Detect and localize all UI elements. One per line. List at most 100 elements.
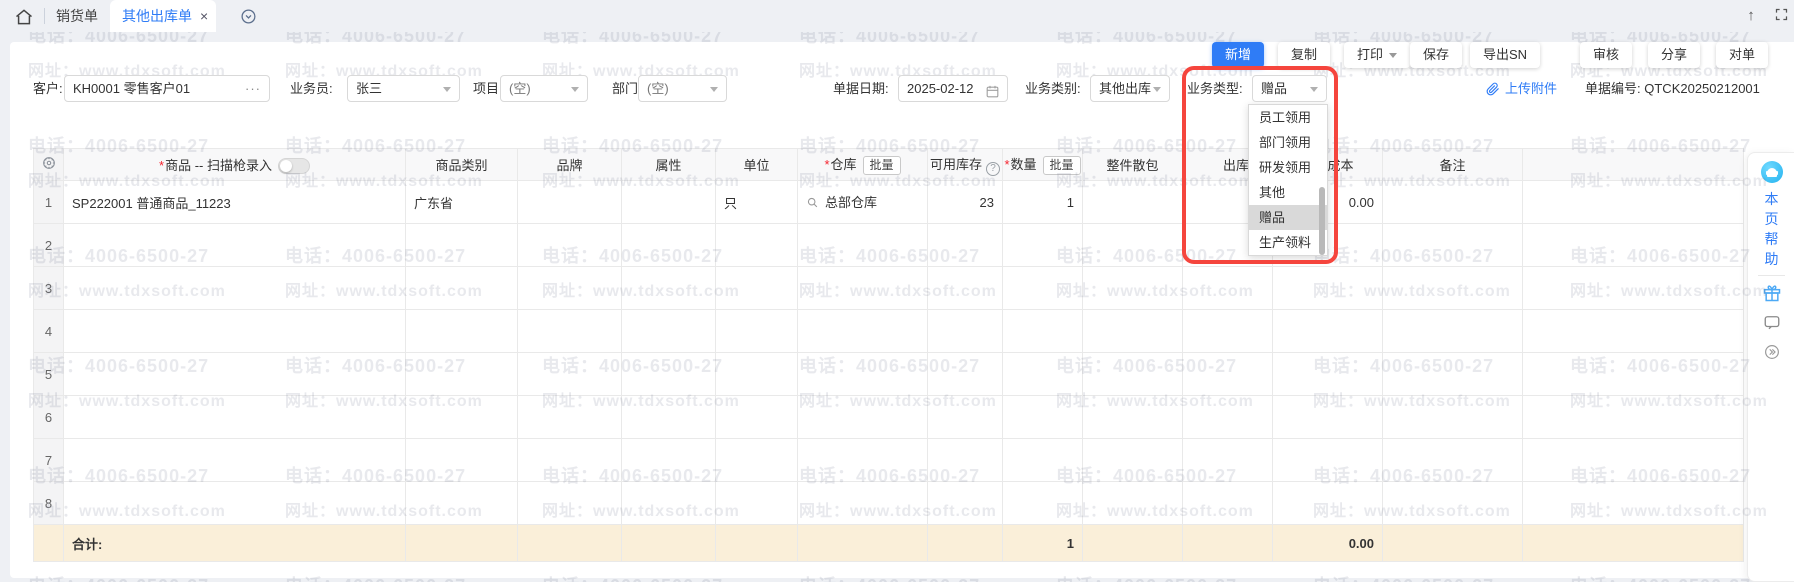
copy-button[interactable]: 复制	[1278, 42, 1330, 68]
empty-cell[interactable]	[1273, 353, 1383, 396]
dropdown-option[interactable]: 研发领用	[1249, 155, 1327, 180]
empty-cell[interactable]	[1383, 310, 1523, 353]
empty-cell[interactable]	[1003, 353, 1083, 396]
empty-cell[interactable]	[1523, 353, 1744, 396]
col-available-stock[interactable]: 可用库存?	[928, 149, 1003, 181]
empty-cell[interactable]	[406, 353, 518, 396]
empty-cell[interactable]	[406, 224, 518, 267]
empty-cell[interactable]	[1273, 310, 1383, 353]
project-select[interactable]: (空)	[500, 75, 588, 102]
empty-cell[interactable]	[1523, 310, 1744, 353]
dropdown-option[interactable]: 生产领料	[1249, 230, 1327, 255]
empty-cell[interactable]	[1003, 310, 1083, 353]
fullscreen-icon[interactable]	[1772, 7, 1790, 25]
collapse-panel-icon[interactable]	[1748, 343, 1794, 364]
empty-cell[interactable]	[798, 224, 928, 267]
empty-cell[interactable]	[64, 439, 406, 482]
empty-cell[interactable]	[64, 353, 406, 396]
upload-attachment-link[interactable]: 上传附件	[1486, 75, 1557, 102]
empty-cell[interactable]	[1003, 396, 1083, 439]
empty-cell[interactable]	[1083, 310, 1183, 353]
tab-sales-order[interactable]: 销货单	[56, 0, 98, 32]
empty-cell[interactable]	[64, 310, 406, 353]
empty-cell[interactable]	[622, 353, 716, 396]
empty-cell[interactable]	[1003, 482, 1083, 525]
calendar-icon[interactable]	[985, 82, 1000, 97]
new-button[interactable]: 新增	[1212, 42, 1264, 68]
empty-cell[interactable]	[1183, 310, 1273, 353]
empty-cell[interactable]	[1523, 267, 1744, 310]
empty-cell[interactable]	[1523, 396, 1744, 439]
empty-cell[interactable]	[1083, 224, 1183, 267]
empty-cell[interactable]	[716, 267, 798, 310]
col-unit[interactable]: 单位	[716, 149, 798, 181]
empty-cell[interactable]	[1003, 267, 1083, 310]
empty-cell[interactable]	[1383, 439, 1523, 482]
empty-cell[interactable]	[928, 353, 1003, 396]
scan-gun-toggle[interactable]	[278, 158, 310, 174]
empty-cell[interactable]	[64, 224, 406, 267]
share-button[interactable]: 分享	[1648, 42, 1700, 68]
search-icon[interactable]	[806, 197, 819, 212]
biz-type-select[interactable]: 赠品	[1252, 75, 1327, 102]
check-bill-button[interactable]: 对单	[1716, 42, 1768, 68]
empty-cell[interactable]	[1183, 439, 1273, 482]
empty-cell[interactable]	[1083, 439, 1183, 482]
empty-cell[interactable]	[928, 310, 1003, 353]
chat-icon[interactable]	[1748, 313, 1794, 334]
empty-cell[interactable]	[716, 224, 798, 267]
empty-cell[interactable]	[928, 482, 1003, 525]
empty-cell[interactable]	[716, 310, 798, 353]
cell-product[interactable]: SP222001 普通商品_11223	[64, 181, 406, 224]
empty-cell[interactable]	[1383, 396, 1523, 439]
warehouse-batch-button[interactable]: 批量	[863, 156, 901, 175]
empty-cell[interactable]	[1383, 353, 1523, 396]
empty-cell[interactable]	[622, 310, 716, 353]
col-warehouse[interactable]: *仓库批量	[798, 149, 928, 181]
col-category[interactable]: 商品类别	[406, 149, 518, 181]
empty-cell[interactable]	[518, 267, 622, 310]
empty-cell[interactable]	[798, 310, 928, 353]
department-select[interactable]: (空)	[638, 75, 727, 102]
empty-cell[interactable]	[798, 267, 928, 310]
empty-cell[interactable]	[622, 224, 716, 267]
empty-cell[interactable]	[798, 439, 928, 482]
empty-cell[interactable]	[716, 396, 798, 439]
empty-cell[interactable]	[406, 439, 518, 482]
dropdown-option-selected[interactable]: 赠品	[1249, 205, 1327, 230]
empty-cell[interactable]	[518, 439, 622, 482]
col-remark[interactable]: 备注	[1383, 149, 1523, 181]
empty-cell[interactable]	[518, 353, 622, 396]
empty-cell[interactable]	[798, 353, 928, 396]
col-package[interactable]: 整件散包	[1083, 149, 1183, 181]
cell-unit[interactable]: 只	[716, 181, 798, 224]
empty-cell[interactable]	[1523, 439, 1744, 482]
empty-cell[interactable]	[716, 353, 798, 396]
cell-remark[interactable]	[1383, 181, 1523, 224]
export-sn-button[interactable]: 导出SN	[1470, 42, 1540, 68]
tab-other-outbound[interactable]: 其他出库单×	[110, 0, 216, 32]
empty-cell[interactable]	[518, 482, 622, 525]
salesperson-select[interactable]: 张三	[347, 75, 460, 102]
doc-date-input[interactable]: 2025-02-12	[898, 75, 1008, 102]
empty-cell[interactable]	[1273, 439, 1383, 482]
empty-cell[interactable]	[64, 482, 406, 525]
cell-attribute[interactable]	[622, 181, 716, 224]
empty-cell[interactable]	[622, 396, 716, 439]
save-button[interactable]: 保存	[1410, 42, 1462, 68]
empty-cell[interactable]	[1083, 267, 1183, 310]
gear-icon[interactable]	[41, 159, 57, 174]
empty-cell[interactable]	[798, 482, 928, 525]
page-help-label[interactable]: 本页帮助	[1748, 189, 1794, 269]
empty-cell[interactable]	[798, 396, 928, 439]
empty-cell[interactable]	[622, 267, 716, 310]
col-brand[interactable]: 品牌	[518, 149, 622, 181]
empty-cell[interactable]	[1183, 267, 1273, 310]
empty-cell[interactable]	[1183, 353, 1273, 396]
empty-cell[interactable]	[622, 482, 716, 525]
help-mascot-icon[interactable]	[1748, 161, 1794, 183]
empty-cell[interactable]	[1383, 482, 1523, 525]
empty-cell[interactable]	[1383, 267, 1523, 310]
cell-warehouse[interactable]: 总部仓库	[798, 181, 928, 224]
empty-cell[interactable]	[1523, 482, 1744, 525]
